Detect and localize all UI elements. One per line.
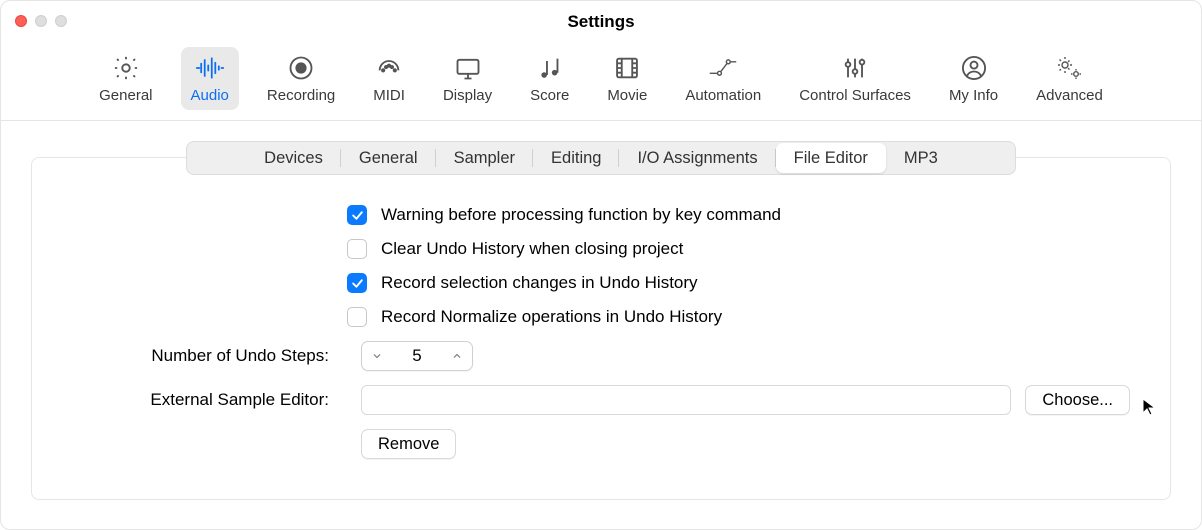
form: Warning before processing function by ke… — [32, 205, 1170, 459]
row-remove: Remove — [72, 429, 1130, 459]
cursor-icon — [1140, 397, 1160, 417]
gear-icon — [111, 53, 141, 83]
checkbox-label: Warning before processing function by ke… — [381, 205, 781, 225]
checkbox-record-normalize[interactable] — [347, 307, 367, 327]
checkbox-clear-undo[interactable] — [347, 239, 367, 259]
toolbar-item-audio[interactable]: Audio — [181, 47, 239, 110]
settings-window: Settings General Audio Recording MIDI — [0, 0, 1202, 530]
toolbar-item-general[interactable]: General — [89, 47, 162, 110]
automation-icon — [708, 53, 738, 83]
music-notes-icon — [535, 53, 565, 83]
sliders-icon — [840, 53, 870, 83]
person-circle-icon — [959, 53, 989, 83]
subtab-file-editor[interactable]: File Editor — [776, 143, 886, 173]
row-warning: Warning before processing function by ke… — [72, 205, 1130, 225]
subtab-devices[interactable]: Devices — [246, 142, 341, 174]
button-label: Choose... — [1042, 391, 1113, 410]
film-icon — [612, 53, 642, 83]
subtab-io[interactable]: I/O Assignments — [619, 142, 775, 174]
row-undo-steps: Number of Undo Steps: 5 — [72, 341, 1130, 371]
subtab-sampler[interactable]: Sampler — [436, 142, 533, 174]
toolbar-item-control-surfaces[interactable]: Control Surfaces — [789, 47, 921, 110]
toolbar-label: Display — [443, 87, 492, 104]
toolbar-label: Advanced — [1036, 87, 1103, 104]
checkbox-label: Record Normalize operations in Undo Hist… — [381, 307, 722, 327]
subtab-mp3[interactable]: MP3 — [886, 142, 956, 174]
window-title: Settings — [1, 12, 1201, 32]
toolbar-item-display[interactable]: Display — [433, 47, 502, 110]
toolbar-label: My Info — [949, 87, 998, 104]
subtab-label: I/O Assignments — [637, 149, 757, 168]
zoom-window-button[interactable] — [55, 15, 67, 27]
external-editor-label: External Sample Editor: — [72, 390, 347, 410]
button-label: Remove — [378, 435, 439, 454]
midi-icon — [374, 53, 404, 83]
close-window-button[interactable] — [15, 15, 27, 27]
undo-steps-stepper[interactable]: 5 — [361, 341, 473, 371]
subtab-label: Devices — [264, 149, 323, 168]
external-editor-field[interactable] — [361, 385, 1011, 415]
toolbar-item-recording[interactable]: Recording — [257, 47, 345, 110]
subtab-editing[interactable]: Editing — [533, 142, 619, 174]
toolbar-item-midi[interactable]: MIDI — [363, 47, 415, 110]
toolbar-item-movie[interactable]: Movie — [597, 47, 657, 110]
settings-panel: Devices General Sampler Editing I/O Assi… — [31, 157, 1171, 500]
gears-icon — [1054, 53, 1084, 83]
toolbar-item-score[interactable]: Score — [520, 47, 579, 110]
subtab-general[interactable]: General — [341, 142, 436, 174]
toolbar-label: Score — [530, 87, 569, 104]
toolbar-label: Control Surfaces — [799, 87, 911, 104]
checkbox-warning[interactable] — [347, 205, 367, 225]
content-area: Devices General Sampler Editing I/O Assi… — [1, 121, 1201, 529]
subtab-label: General — [359, 149, 418, 168]
stepper-decrement[interactable] — [362, 350, 392, 362]
minimize-window-button[interactable] — [35, 15, 47, 27]
stepper-increment[interactable] — [442, 350, 472, 362]
row-external-editor: External Sample Editor: Choose... — [72, 385, 1130, 415]
window-controls — [15, 15, 67, 27]
subtab-label: Editing — [551, 149, 601, 168]
checkbox-label: Record selection changes in Undo History — [381, 273, 698, 293]
toolbar-label: Automation — [685, 87, 761, 104]
subtab-label: MP3 — [904, 149, 938, 168]
toolbar-label: Recording — [267, 87, 335, 104]
row-record-normalize: Record Normalize operations in Undo Hist… — [72, 307, 1130, 327]
toolbar-item-my-info[interactable]: My Info — [939, 47, 1008, 110]
checkbox-record-selection[interactable] — [347, 273, 367, 293]
toolbar-label: MIDI — [373, 87, 405, 104]
waveform-icon — [195, 53, 225, 83]
toolbar-label: General — [99, 87, 152, 104]
toolbar-label: Audio — [191, 87, 229, 104]
row-clear-undo: Clear Undo History when closing project — [72, 239, 1130, 259]
subtab-label: File Editor — [794, 149, 868, 168]
undo-steps-label: Number of Undo Steps: — [72, 346, 347, 366]
record-icon — [286, 53, 316, 83]
titlebar: Settings — [1, 1, 1201, 43]
checkbox-label: Clear Undo History when closing project — [381, 239, 683, 259]
choose-button[interactable]: Choose... — [1025, 385, 1130, 415]
row-record-selection: Record selection changes in Undo History — [72, 273, 1130, 293]
toolbar-label: Movie — [607, 87, 647, 104]
display-icon — [453, 53, 483, 83]
toolbar: General Audio Recording MIDI Display — [1, 43, 1201, 121]
remove-button[interactable]: Remove — [361, 429, 456, 459]
undo-steps-value: 5 — [392, 346, 442, 366]
toolbar-item-automation[interactable]: Automation — [675, 47, 771, 110]
subtab-label: Sampler — [454, 149, 515, 168]
subtab-bar: Devices General Sampler Editing I/O Assi… — [186, 141, 1016, 175]
toolbar-item-advanced[interactable]: Advanced — [1026, 47, 1113, 110]
